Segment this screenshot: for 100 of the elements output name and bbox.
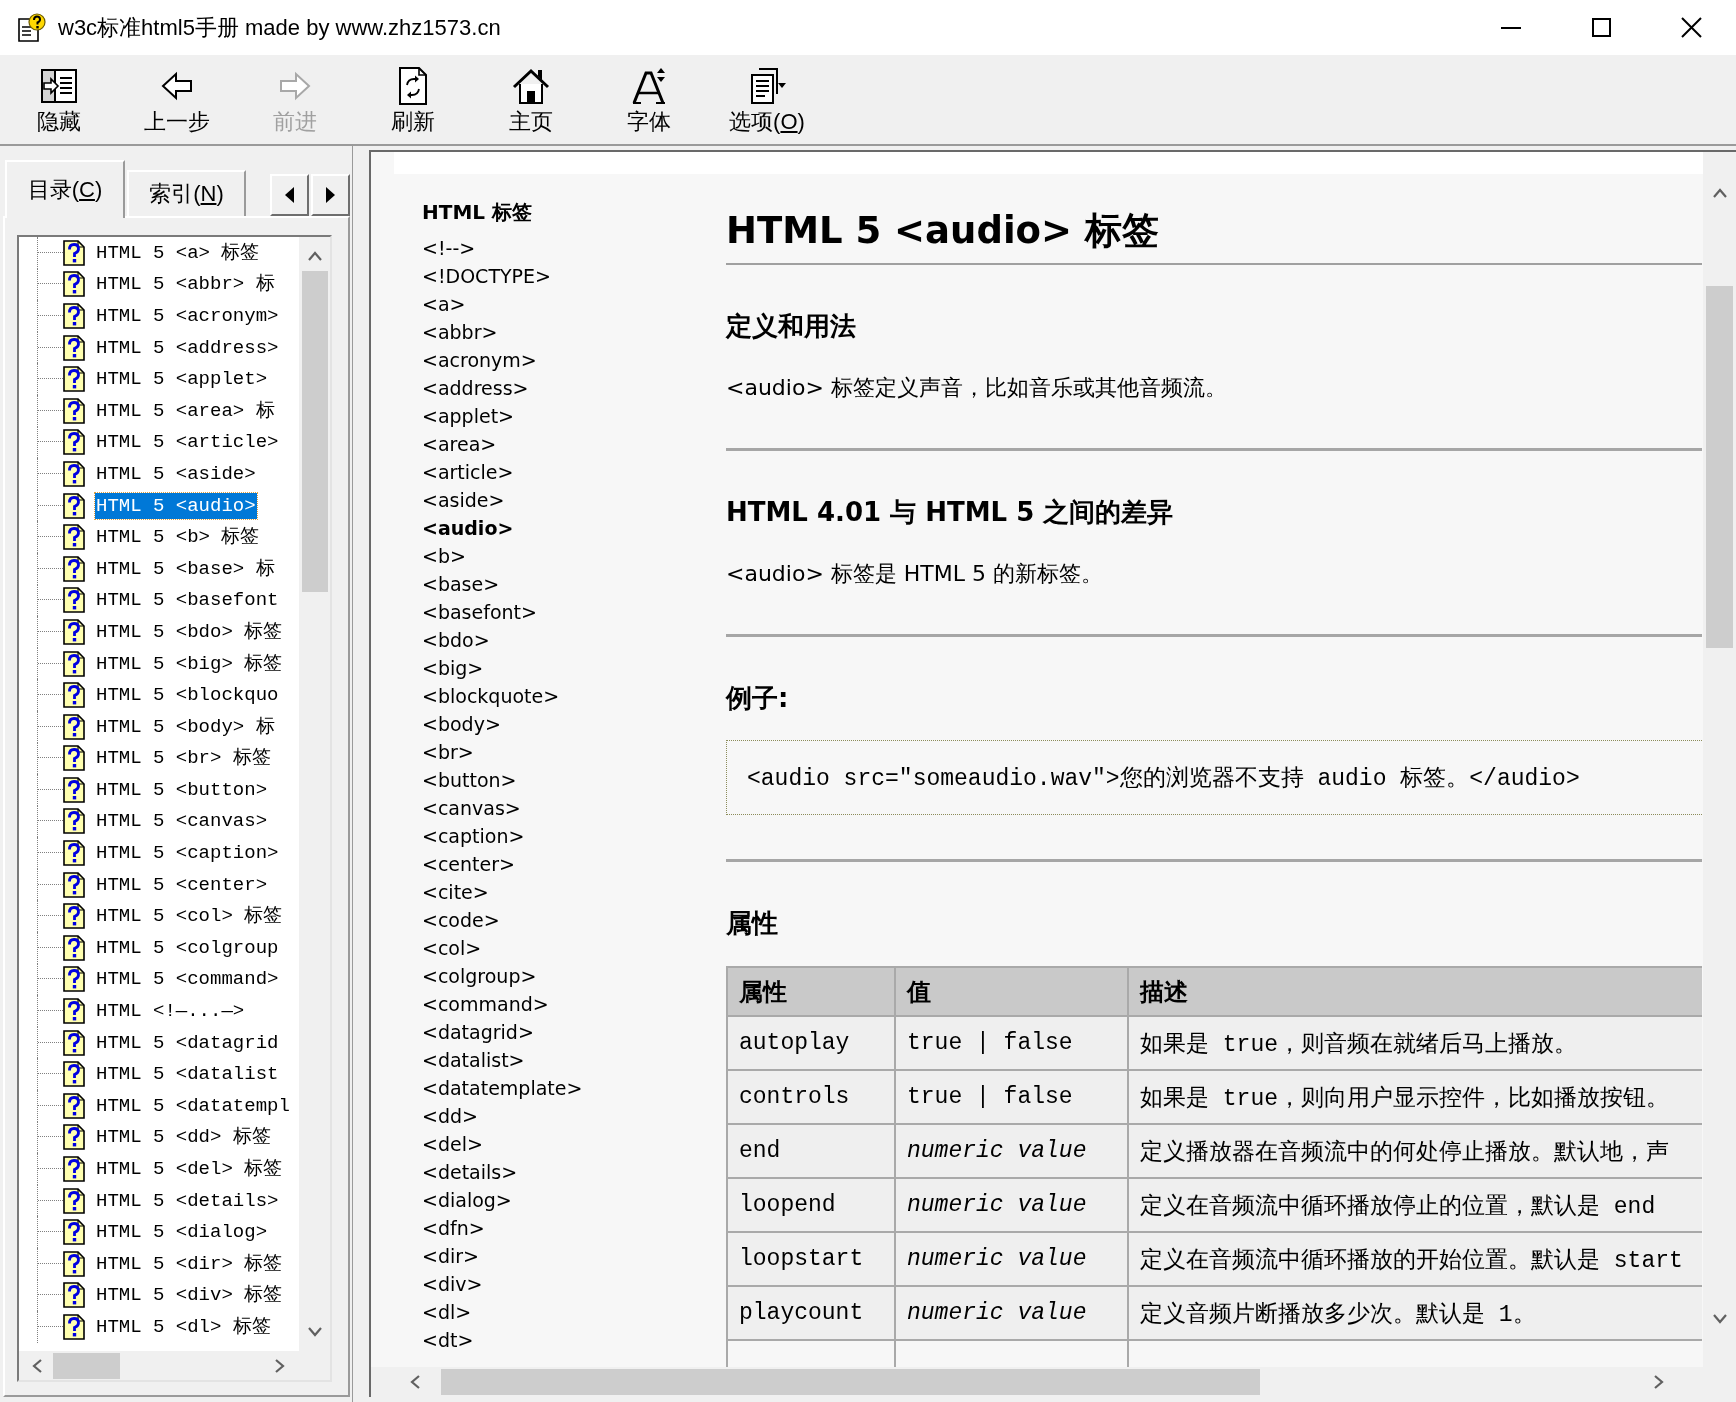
- pane-tab[interactable]: 目录(C): [5, 160, 125, 218]
- tree-item[interactable]: HTML 5 <dir> 标签: [95, 1250, 284, 1277]
- help-topic-icon: [63, 903, 85, 930]
- close-icon: [1680, 17, 1702, 38]
- tree-item[interactable]: HTML 5 <br> 标签: [95, 745, 272, 772]
- tab-scroll-left-button[interactable]: [270, 174, 309, 216]
- tree-item[interactable]: HTML 5 <canvas>: [95, 808, 269, 835]
- tree-item[interactable]: HTML 5 <audio>: [95, 492, 257, 519]
- pane-tab[interactable]: 索引(N): [127, 170, 246, 216]
- scrollbar-thumb[interactable]: [301, 271, 328, 592]
- tree-item[interactable]: HTML 5 <datagrid: [95, 1029, 280, 1056]
- toolbar-button[interactable]: 选项(O): [712, 55, 822, 144]
- tag-link[interactable]: <basefont>: [422, 598, 537, 626]
- tag-link[interactable]: <datagrid>: [422, 1018, 534, 1046]
- tree-item[interactable]: HTML 5 <address>: [95, 334, 280, 361]
- tag-link[interactable]: <blockquote>: [422, 682, 560, 710]
- tag-link[interactable]: <datalist>: [422, 1046, 525, 1074]
- help-topic-icon: [63, 1156, 85, 1182]
- tag-link[interactable]: <applet>: [422, 402, 515, 430]
- section-heading: HTML 4.01 与 HTML 5 之间的差异: [726, 496, 1175, 528]
- tag-link[interactable]: <abbr>: [422, 318, 498, 346]
- triangle-right-icon: [326, 187, 335, 203]
- toolbar-button[interactable]: 上一步: [122, 55, 232, 144]
- tag-link[interactable]: <acronym>: [422, 346, 537, 374]
- toolbar-button[interactable]: 字体: [594, 55, 704, 144]
- tag-link[interactable]: <datatemplate>: [422, 1074, 583, 1102]
- tree-item[interactable]: HTML 5 <aside>: [95, 460, 257, 487]
- tree-item[interactable]: HTML 5 <colgroup: [95, 934, 280, 961]
- tree-item[interactable]: HTML 5 <acronym>: [95, 303, 280, 329]
- scrollbar-thumb[interactable]: [441, 1369, 1260, 1395]
- tag-link[interactable]: <a>: [422, 290, 466, 318]
- tag-link[interactable]: <address>: [422, 374, 529, 402]
- tag-link[interactable]: <!DOCTYPE>: [422, 262, 551, 290]
- tag-link[interactable]: <canvas>: [422, 794, 521, 822]
- table-cell: playcount: [727, 1286, 895, 1340]
- tag-link[interactable]: <colgroup>: [422, 962, 537, 990]
- tree-item[interactable]: HTML 5 <a> 标签: [95, 239, 261, 266]
- toolbar-button[interactable]: 刷新: [358, 55, 468, 144]
- section-heading: 属性: [726, 907, 779, 939]
- tree-item[interactable]: HTML 5 <button>: [95, 776, 269, 803]
- tag-link[interactable]: <!-->: [422, 234, 476, 262]
- tag-link[interactable]: <del>: [422, 1130, 483, 1158]
- tag-link[interactable]: <big>: [422, 654, 484, 682]
- tag-link[interactable]: <base>: [422, 570, 500, 598]
- tree-item[interactable]: HTML 5 <applet>: [95, 366, 269, 393]
- table-header-cell: 描述: [1128, 967, 1702, 1016]
- tree-item[interactable]: HTML 5 <del> 标签: [95, 1156, 284, 1182]
- tag-link[interactable]: <div>: [422, 1270, 483, 1298]
- tag-link[interactable]: <audio>: [422, 514, 514, 542]
- tree-item[interactable]: HTML 5 <dialog>: [95, 1219, 269, 1246]
- tree-item[interactable]: HTML 5 <base> 标: [95, 555, 276, 582]
- tree-item[interactable]: HTML 5 <dd> 标签: [95, 1124, 272, 1151]
- help-topic-icon: [63, 303, 85, 329]
- tag-link[interactable]: <dl>: [422, 1298, 472, 1326]
- tag-link[interactable]: <caption>: [422, 822, 525, 850]
- tree-item[interactable]: HTML 5 <body> 标: [95, 713, 276, 740]
- tag-link[interactable]: <dd>: [422, 1102, 478, 1130]
- tree-item[interactable]: HTML 5 <col> 标签: [95, 903, 284, 930]
- tag-link[interactable]: <b>: [422, 542, 466, 570]
- tree-item[interactable]: HTML 5 <abbr> 标: [95, 271, 276, 298]
- help-topic-icon: [63, 1187, 85, 1214]
- tag-link[interactable]: <dir>: [422, 1242, 479, 1270]
- tag-link[interactable]: <bdo>: [422, 626, 490, 654]
- scrollbar-thumb[interactable]: [53, 1352, 120, 1379]
- tag-link[interactable]: <details>: [422, 1158, 518, 1186]
- tree-item[interactable]: HTML 5 <b> 标签: [95, 524, 261, 551]
- tag-link[interactable]: <dt>: [422, 1326, 474, 1354]
- tag-link[interactable]: <dialog>: [422, 1186, 512, 1214]
- toolbar-button[interactable]: 主页: [476, 55, 586, 144]
- tree-item[interactable]: HTML 5 <blockquo: [95, 682, 280, 709]
- tree-item[interactable]: HTML 5 <article>: [95, 429, 280, 456]
- tag-link[interactable]: <button>: [422, 766, 517, 794]
- tree-item[interactable]: HTML <!—...—>: [95, 998, 246, 1025]
- tree-item[interactable]: HTML 5 <basefont: [95, 587, 280, 614]
- tree-item[interactable]: HTML 5 <datatempl: [95, 1092, 291, 1119]
- tree-item[interactable]: HTML 5 <datalist: [95, 1061, 280, 1088]
- tree-item[interactable]: HTML 5 <div> 标签: [95, 1282, 284, 1309]
- tree-item[interactable]: HTML 5 <big> 标签: [95, 650, 284, 677]
- tag-link[interactable]: <command>: [422, 990, 549, 1018]
- scrollbar-thumb[interactable]: [1706, 286, 1733, 648]
- tree-item[interactable]: HTML 5 <caption>: [95, 840, 280, 867]
- tag-link[interactable]: <code>: [422, 906, 500, 934]
- tab-scroll-right-button[interactable]: [311, 174, 350, 216]
- tree-item[interactable]: HTML 5 <command>: [95, 966, 280, 993]
- tree-item[interactable]: HTML 5 <bdo> 标签: [95, 618, 284, 645]
- tag-link[interactable]: <aside>: [422, 486, 505, 514]
- tag-link[interactable]: <br>: [422, 738, 474, 766]
- tree-item[interactable]: HTML 5 <center>: [95, 871, 269, 898]
- tree-item[interactable]: HTML 5 <area> 标: [95, 397, 276, 424]
- table-cell: 定义在音频流中循环播放的开始位置。默认是 start: [1128, 1232, 1702, 1286]
- tag-link[interactable]: <dfn>: [422, 1214, 485, 1242]
- tag-link[interactable]: <cite>: [422, 878, 489, 906]
- tag-link[interactable]: <center>: [422, 850, 515, 878]
- tag-link[interactable]: <article>: [422, 458, 514, 486]
- tree-item[interactable]: HTML 5 <details>: [95, 1187, 280, 1214]
- tag-link[interactable]: <col>: [422, 934, 482, 962]
- tag-link[interactable]: <body>: [422, 710, 501, 738]
- tag-link[interactable]: <area>: [422, 430, 497, 458]
- toolbar-button[interactable]: 隐藏: [4, 55, 114, 144]
- tree-item[interactable]: HTML 5 <dl> 标签: [95, 1314, 272, 1340]
